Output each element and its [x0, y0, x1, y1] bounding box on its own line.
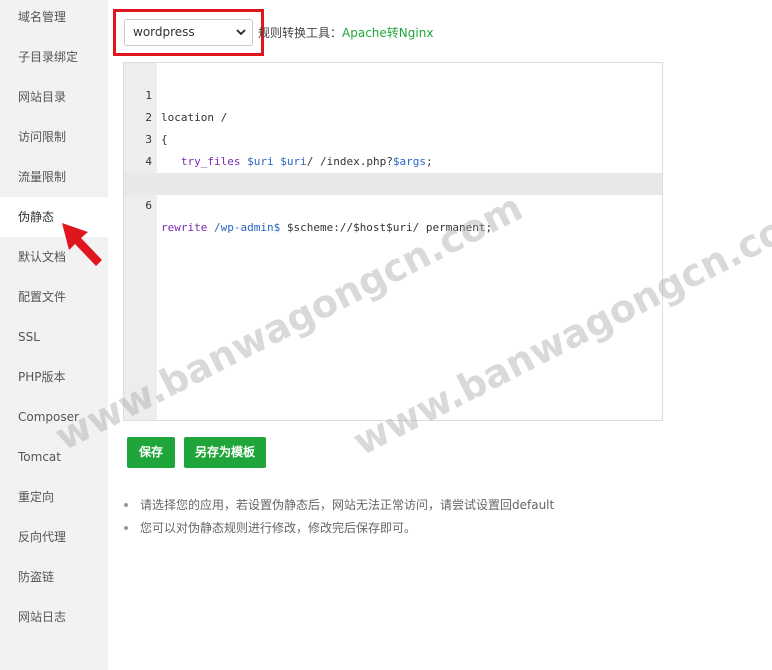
code-line: 3 try_files $uri $uri/ /index.php?$args;: [124, 107, 662, 168]
sidebar: 域名管理 子目录绑定 网站目录 访问限制 流量限制 伪静态 默认文档 配置文件 …: [0, 0, 108, 670]
sidebar-item-ssl[interactable]: SSL: [0, 317, 108, 357]
code-line: 1 location /: [124, 63, 662, 124]
sidebar-item-site-log[interactable]: 网站日志: [0, 597, 108, 637]
app-select[interactable]: wordpress: [124, 19, 253, 46]
app-select-value: wordpress: [133, 25, 195, 39]
code-line: 2 {: [124, 85, 662, 146]
note-item: 请选择您的应用，若设置伪静态后，网站无法正常访问，请尝试设置回default: [124, 495, 554, 518]
code-line: 5: [124, 151, 662, 190]
sidebar-item-subdir[interactable]: 子目录绑定: [0, 37, 108, 77]
pointer-arrow-icon: [62, 223, 102, 266]
code-line-active: 6 rewrite /wp-admin$ $scheme://$host$uri…: [124, 173, 662, 234]
note-item: 您可以对伪静态规则进行修改，修改完后保存即可。: [124, 518, 554, 541]
help-notes: 请选择您的应用，若设置伪静态后，网站无法正常访问，请尝试设置回default 您…: [124, 495, 554, 541]
sidebar-item-php-version[interactable]: PHP版本: [0, 357, 108, 397]
sidebar-item-reverse-proxy[interactable]: 反向代理: [0, 517, 108, 557]
sidebar-item-traffic-limit[interactable]: 流量限制: [0, 157, 108, 197]
sidebar-item-composer[interactable]: Composer: [0, 397, 108, 437]
code-line: 4 }: [124, 129, 662, 190]
save-as-template-button[interactable]: 另存为模板: [184, 437, 266, 468]
line-number: 6: [145, 199, 152, 212]
code-text: rewrite /wp-admin$ $scheme://$host$uri/ …: [161, 221, 493, 234]
rewrite-editor[interactable]: 1 location / 2 { 3 try_files $uri $uri/ …: [123, 62, 663, 421]
sidebar-item-domain[interactable]: 域名管理: [0, 0, 108, 37]
tool-label-text: 规则转换工具：: [258, 26, 343, 40]
sidebar-item-site-dir[interactable]: 网站目录: [0, 77, 108, 117]
sidebar-item-redirect[interactable]: 重定向: [0, 477, 108, 517]
save-button[interactable]: 保存: [127, 437, 175, 468]
apache-to-nginx-link[interactable]: Apache转Nginx: [342, 26, 433, 40]
sidebar-item-hotlink[interactable]: 防盗链: [0, 557, 108, 597]
page: 域名管理 子目录绑定 网站目录 访问限制 流量限制 伪静态 默认文档 配置文件 …: [0, 0, 772, 670]
sidebar-item-access-limit[interactable]: 访问限制: [0, 117, 108, 157]
chevron-down-icon: [236, 29, 246, 36]
sidebar-item-config-file[interactable]: 配置文件: [0, 277, 108, 317]
sidebar-item-tomcat[interactable]: Tomcat: [0, 437, 108, 477]
tool-label: 规则转换工具：Apache转Nginx: [258, 24, 433, 41]
